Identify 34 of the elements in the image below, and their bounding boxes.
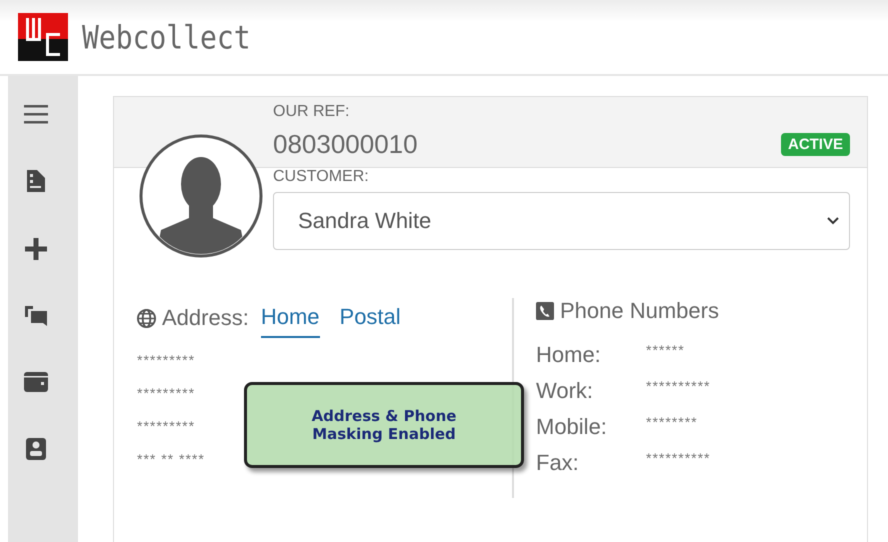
address-tab[interactable]: Postal bbox=[340, 304, 401, 338]
masked-phone-number: ********** bbox=[646, 378, 712, 394]
address-label: Address: bbox=[162, 305, 249, 331]
phone-type-label: Mobile: bbox=[536, 414, 608, 440]
masked-phone-number: ********** bbox=[646, 450, 712, 466]
phone-type-label: Work: bbox=[536, 378, 594, 404]
masked-address-line: ********* bbox=[137, 385, 196, 401]
menu-icon[interactable] bbox=[24, 104, 48, 124]
masked-address-line: *** ** **** bbox=[137, 451, 205, 467]
contact-card-icon[interactable] bbox=[26, 438, 46, 460]
masked-phone-number: ****** bbox=[646, 342, 686, 358]
document-icon[interactable] bbox=[26, 170, 46, 192]
phone-numbers-heading: Phone Numbers bbox=[560, 298, 719, 324]
chat-icon[interactable] bbox=[25, 306, 47, 326]
masking-notice: Address & Phone Masking Enabled bbox=[244, 382, 524, 468]
customer-label: CUSTOMER: bbox=[273, 168, 370, 186]
chevron-down-icon bbox=[827, 217, 839, 225]
customer-select[interactable]: Sandra White bbox=[273, 192, 850, 250]
phone-icon bbox=[536, 302, 554, 320]
phone-type-label: Home: bbox=[536, 342, 602, 368]
avatar-silhouette-icon bbox=[139, 134, 263, 258]
globe-icon bbox=[137, 308, 156, 328]
masked-phone-number: ******** bbox=[646, 414, 699, 430]
masked-address-line: ********* bbox=[137, 418, 196, 434]
app-title: Webcollect bbox=[82, 18, 251, 56]
address-tab[interactable]: Home bbox=[260, 304, 320, 338]
wallet-icon[interactable] bbox=[24, 372, 48, 392]
status-badge: ACTIVE bbox=[780, 133, 850, 156]
phone-type-label: Fax: bbox=[536, 450, 580, 476]
logo-icon bbox=[18, 13, 68, 61]
ref-number: 0803000010 bbox=[273, 129, 418, 160]
ref-label: OUR REF: bbox=[273, 103, 350, 121]
masked-address-line: ********* bbox=[137, 352, 196, 368]
plus-icon[interactable] bbox=[25, 238, 47, 260]
